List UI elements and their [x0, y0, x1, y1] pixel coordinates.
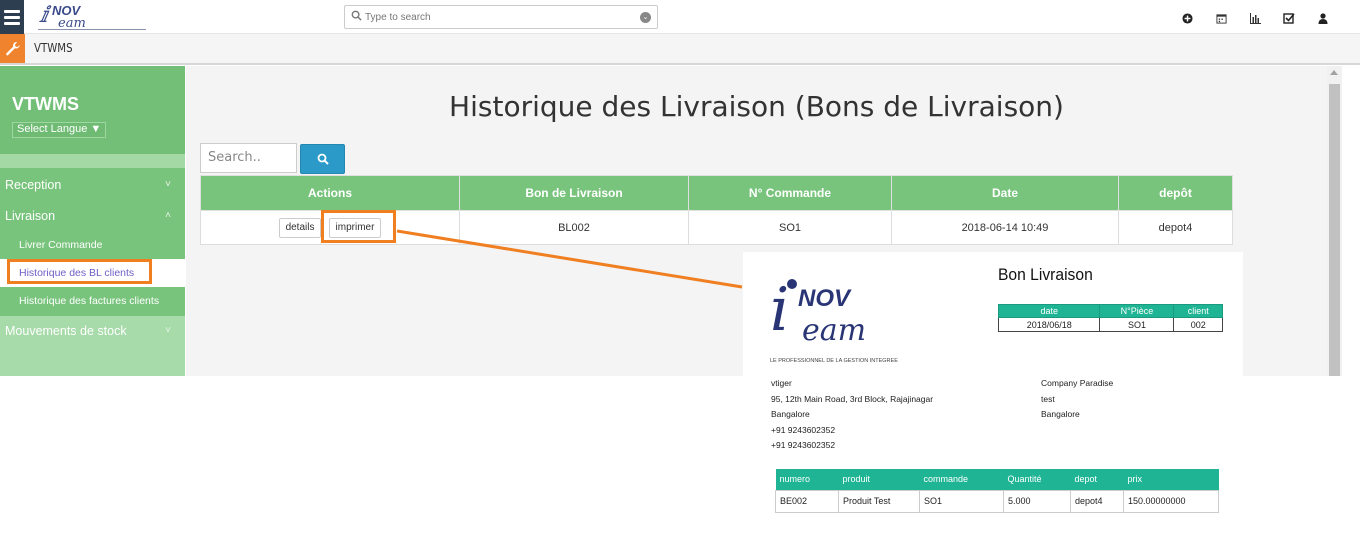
top-bar: ⅈ NOV eam ⌄ — [0, 0, 1360, 34]
scroll-up-arrow-icon[interactable] — [1330, 70, 1338, 75]
items-header-produit: produit — [838, 469, 920, 490]
sender-line: +91 9243602352 — [771, 424, 836, 435]
preview-items-table: numero produit commande Quantité depot p… — [775, 469, 1219, 513]
page-title: Historique des Livraison (Bons de Livrai… — [449, 90, 1064, 123]
svg-text:NOV: NOV — [798, 285, 852, 312]
chevron-down-icon[interactable]: ⌄ — [640, 12, 651, 23]
sidebar-divider — [0, 154, 185, 168]
global-search[interactable]: ⌄ — [344, 5, 658, 29]
column-header-date[interactable]: Date — [891, 175, 1119, 211]
column-header-bon-de-livraison[interactable]: Bon de Livraison — [459, 175, 689, 211]
sender-line: 95, 12th Main Road, 3rd Block, Rajajinag… — [771, 393, 934, 404]
meta-value-piece: SO1 — [1099, 317, 1175, 332]
sidebar-item-mouvements[interactable]: Mouvements de stock ˅ — [0, 316, 185, 346]
chevron-down-icon: ˅ — [165, 179, 171, 190]
language-select[interactable]: Select Langue ▼ — [12, 122, 107, 138]
hamburger-menu-button[interactable] — [0, 0, 24, 34]
sidebar-subitem-livrer-commande[interactable]: Livrer Commande — [0, 231, 185, 259]
sidebar-subitem-historique-factures[interactable]: Historique des factures clients — [0, 287, 185, 315]
inovteam-logo: i NOV eam LE PROFESSIONNEL DE LA GESTION… — [770, 275, 898, 364]
user-icon[interactable] — [1306, 9, 1340, 27]
logo-tagline: LE PROFESSIONNEL DE LA GESTION INTEGREE — [770, 358, 898, 364]
sidebar-item-label: Mouvements de stock — [5, 324, 127, 338]
meta-value-client: 002 — [1173, 317, 1223, 332]
sidebar-item-livraison[interactable]: Livraison ˄ — [0, 201, 185, 231]
meta-header-client: client — [1173, 304, 1223, 318]
checkbox-icon[interactable] — [1272, 9, 1306, 27]
scrollbar-thumb[interactable] — [1329, 84, 1340, 376]
svg-text:ⅈ: ⅈ — [39, 3, 52, 28]
highlight-annotation-sidebar — [7, 259, 152, 284]
item-prix: 150.00000000 — [1123, 489, 1219, 513]
sender-line: +91 9243602352 — [771, 440, 836, 450]
svg-text:i: i — [770, 275, 789, 345]
item-numero: BE002 — [775, 489, 839, 513]
svg-text:eam: eam — [802, 313, 866, 348]
sidebar: VTWMS Select Langue ▼ Reception ˅ Livrai… — [0, 66, 185, 376]
commande-cell: SO1 — [688, 210, 892, 245]
global-search-input[interactable] — [365, 8, 625, 26]
search-icon — [351, 10, 362, 21]
meta-header-piece: N°Pièce — [1099, 304, 1175, 318]
search-icon — [317, 153, 329, 165]
bar-chart-icon[interactable] — [1238, 9, 1272, 27]
table-search-input[interactable]: Search.. — [200, 143, 297, 173]
top-icon-bar — [1170, 9, 1340, 27]
meta-header-date: date — [997, 304, 1101, 318]
item-commande: SO1 — [919, 489, 1004, 513]
table-row: BE002 Produit Test SO1 5.000 depot4 150.… — [775, 489, 1219, 513]
svg-text:eam: eam — [58, 16, 86, 31]
items-header-commande: commande — [919, 469, 1004, 490]
item-quantite: 5.000 — [1003, 489, 1071, 513]
column-header-actions[interactable]: Actions — [200, 175, 460, 211]
vertical-scrollbar[interactable] — [1327, 66, 1342, 376]
calendar-icon[interactable] — [1204, 9, 1238, 27]
column-header-n-commande[interactable]: N° Commande — [688, 175, 892, 211]
breadcrumb-bar: VTWMS — [0, 34, 1360, 65]
meta-value-date: 2018/06/18 — [997, 317, 1101, 332]
items-header-prix: prix — [1123, 469, 1219, 490]
chevron-down-icon: ˅ — [165, 325, 171, 336]
table-search-button[interactable] — [300, 144, 345, 174]
sender-address: vtiger 95, 12th Main Road, 3rd Block, Ra… — [771, 376, 933, 454]
chevron-up-icon: ˄ — [165, 210, 171, 221]
preview-meta-table: date N°Pièce client 2018/06/18 SO1 002 — [997, 304, 1223, 332]
sender-line: Bangalore — [771, 409, 810, 419]
sidebar-item-reception[interactable]: Reception ˅ — [0, 170, 185, 200]
sidebar-item-label: Reception — [5, 178, 62, 192]
receiver-line: test — [1041, 393, 1055, 404]
inovteam-logo[interactable]: ⅈ NOV eam — [36, 2, 148, 32]
highlight-annotation-print — [321, 210, 396, 243]
bon-de-livraison-cell: BL002 — [459, 210, 689, 245]
sidebar-header: VTWMS Select Langue ▼ — [0, 66, 185, 154]
depot-cell: depot4 — [1118, 210, 1233, 245]
sidebar-item-label: Livraison — [5, 209, 56, 223]
items-header-numero: numero — [775, 469, 839, 490]
receiver-line: Bangalore — [1041, 409, 1080, 419]
items-header-depot: depot — [1070, 469, 1124, 490]
items-header-quantite: Quantité — [1003, 469, 1071, 490]
wrench-icon[interactable] — [0, 34, 25, 63]
receiver-address: Company Paradise test Bangalore — [1041, 376, 1113, 423]
breadcrumb: VTWMS — [34, 41, 73, 55]
column-header-depot[interactable]: depôt — [1118, 175, 1233, 211]
plus-circle-icon[interactable] — [1170, 9, 1204, 27]
item-produit: Produit Test — [838, 489, 920, 513]
receiver-line: Company Paradise — [1041, 378, 1114, 388]
item-depot: depot4 — [1070, 489, 1124, 513]
preview-title: Bon Livraison — [998, 265, 1093, 284]
date-cell: 2018-06-14 10:49 — [891, 210, 1119, 245]
details-button[interactable]: details — [278, 217, 322, 238]
sender-line: vtiger — [771, 378, 792, 388]
sidebar-title: VTWMS — [12, 94, 79, 114]
